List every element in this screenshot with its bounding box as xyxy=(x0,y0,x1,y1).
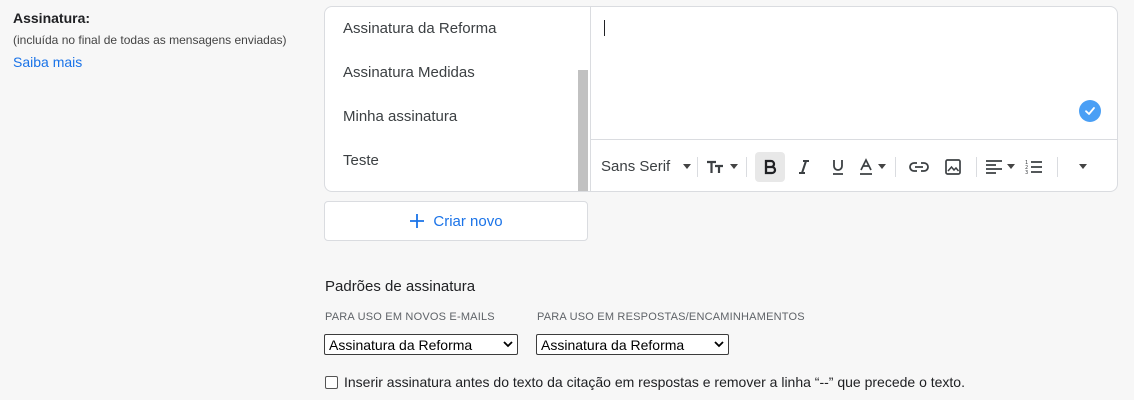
chevron-down-icon xyxy=(714,341,724,348)
insert-before-quote-checkbox[interactable] xyxy=(325,375,338,389)
font-family-select[interactable]: Sans Serif xyxy=(601,152,691,182)
toolbar-divider xyxy=(1057,156,1058,177)
underline-icon[interactable] xyxy=(823,152,853,182)
link-icon[interactable] xyxy=(904,152,934,182)
learn-more-link[interactable]: Saiba mais xyxy=(13,52,287,72)
signature-defaults-title: Padrões de assinatura xyxy=(325,278,476,295)
format-toolbar: Sans Serif 1 2 3 xyxy=(591,139,1117,191)
more-options-icon[interactable] xyxy=(1066,152,1096,182)
replies-select[interactable]: Assinatura da Reforma xyxy=(536,334,729,355)
toolbar-divider xyxy=(976,156,977,177)
section-subtitle: (incluída no final de todas as mensagens… xyxy=(13,33,287,47)
toolbar-divider xyxy=(746,156,747,177)
signature-text-editor[interactable] xyxy=(591,7,1117,139)
svg-text:3: 3 xyxy=(1025,170,1028,175)
chevron-down-icon xyxy=(730,164,738,169)
signature-item-reforma[interactable]: Assinatura da Reforma xyxy=(325,7,590,51)
bold-icon[interactable] xyxy=(755,151,785,182)
image-icon[interactable] xyxy=(938,152,968,182)
chevron-down-icon xyxy=(503,341,513,348)
chevron-down-icon xyxy=(1079,164,1087,169)
signature-item-medidas[interactable]: Assinatura Medidas xyxy=(325,51,590,95)
insert-before-quote-option: Inserir assinatura antes do texto da cit… xyxy=(325,374,965,390)
signature-list-scrollbar[interactable] xyxy=(578,70,588,191)
chevron-down-icon xyxy=(683,164,691,169)
text-size-icon[interactable] xyxy=(706,152,738,182)
toolbar-divider xyxy=(697,156,698,177)
signature-item-minha[interactable]: Minha assinatura xyxy=(325,95,590,139)
text-caret xyxy=(604,20,605,36)
toolbar-divider xyxy=(895,156,896,177)
create-new-label: Criar novo xyxy=(433,212,503,230)
signature-section-labels: Assinatura: (incluída no final de todas … xyxy=(13,8,287,72)
section-title: Assinatura: xyxy=(13,10,91,26)
new-emails-select[interactable]: Assinatura da Reforma xyxy=(324,334,518,355)
align-icon[interactable] xyxy=(985,152,1015,182)
chevron-down-icon xyxy=(878,164,886,169)
font-family-label: Sans Serif xyxy=(601,158,671,175)
chevron-down-icon xyxy=(1007,164,1015,169)
text-color-icon[interactable] xyxy=(857,152,887,182)
signature-editor-panel: Assinatura da Reforma Assinatura Medidas… xyxy=(324,6,1118,192)
insert-before-quote-label[interactable]: Inserir assinatura antes do texto da cit… xyxy=(344,374,965,390)
new-emails-label: PARA USO EM NOVOS E-MAILS xyxy=(325,311,495,323)
plus-icon xyxy=(410,214,425,228)
new-emails-value: Assinatura da Reforma xyxy=(329,336,473,353)
numbered-list-icon[interactable]: 123 xyxy=(1019,152,1049,182)
replies-value: Assinatura da Reforma xyxy=(541,336,685,353)
italic-icon[interactable] xyxy=(789,152,819,182)
signature-item-teste[interactable]: Teste xyxy=(325,139,590,183)
check-badge-icon xyxy=(1079,100,1101,122)
replies-label: PARA USO EM RESPOSTAS/ENCAMINHAMENTOS xyxy=(537,311,805,323)
create-new-button[interactable]: Criar novo xyxy=(324,201,588,241)
signature-list: Assinatura da Reforma Assinatura Medidas… xyxy=(325,7,591,191)
